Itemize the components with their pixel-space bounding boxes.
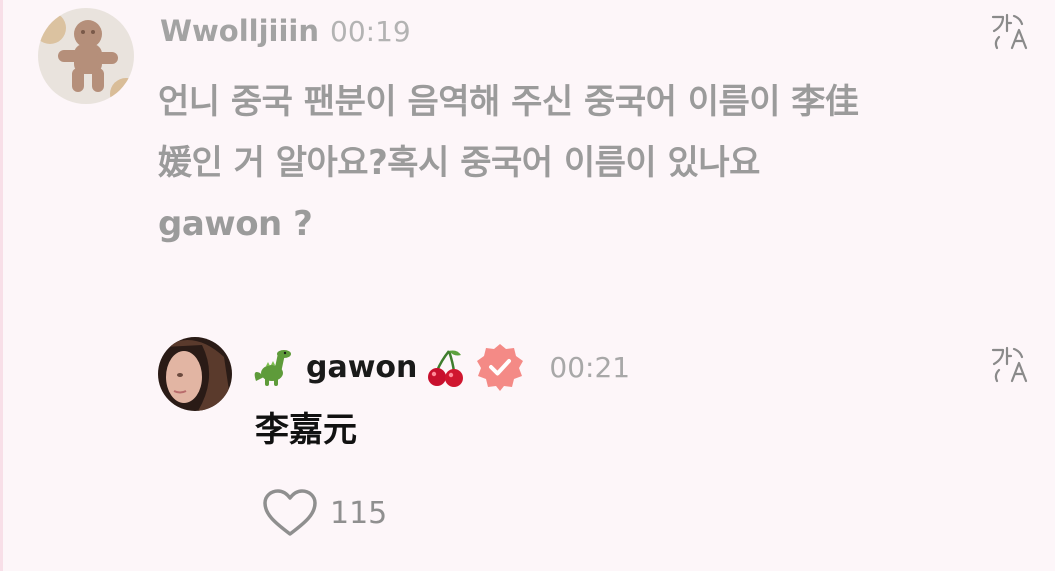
reply-timestamp: 00:21: [549, 350, 631, 384]
comment-text-line: 언니 중국 팬분이 음역해 주신 중국어 이름이 李佳: [158, 82, 859, 122]
translate-icon[interactable]: [990, 12, 1030, 52]
avatar[interactable]: [158, 337, 232, 411]
dinosaur-icon: [254, 347, 292, 387]
heart-icon[interactable]: [262, 488, 318, 538]
like-button[interactable]: 115: [262, 488, 387, 538]
cherries-icon: [427, 347, 465, 387]
reply-header: gawon 00:21: [254, 342, 631, 392]
reply-text: 李嘉元: [255, 410, 357, 450]
comment-text-line: 媛인 거 알아요?혹시 중국어 이름이 있나요: [158, 143, 760, 183]
translate-icon[interactable]: [990, 345, 1030, 385]
avatar[interactable]: [38, 8, 134, 104]
comment-text: 언니 중국 팬분이 음역해 주신 중국어 이름이 李佳 媛인 거 알아요?혹시 …: [158, 72, 958, 255]
left-edge-divider: [0, 0, 3, 571]
reply-author[interactable]: gawon: [306, 350, 417, 385]
comment-text-line: gawon ?: [158, 204, 313, 244]
comment-author[interactable]: Wwolljiiin: [160, 14, 319, 48]
like-count: 115: [330, 495, 388, 531]
verified-badge-icon: [475, 342, 525, 392]
comment-timestamp: 00:19: [330, 15, 411, 48]
